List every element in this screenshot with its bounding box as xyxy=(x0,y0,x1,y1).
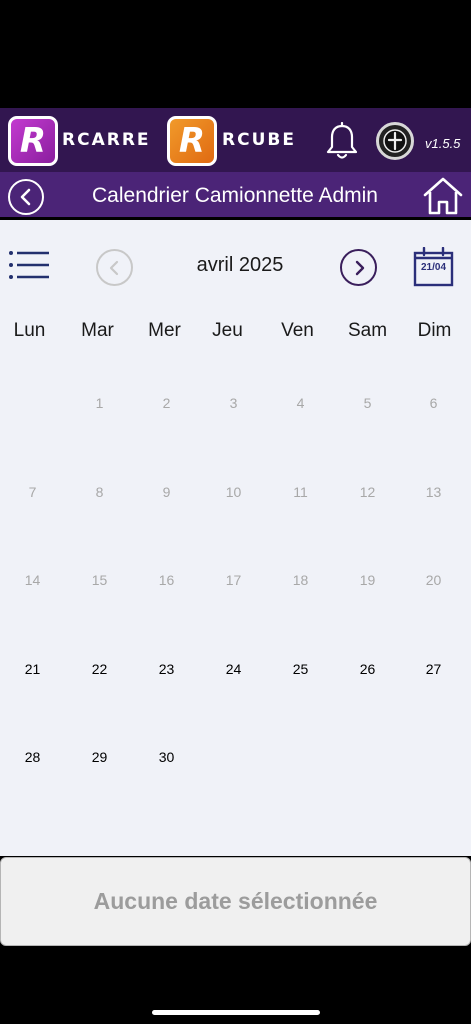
back-button[interactable] xyxy=(8,179,44,215)
rcube-logo-letter: R xyxy=(178,121,206,161)
calendar-day: 16 xyxy=(158,572,175,588)
title-bar: Calendrier Camionnette Admin xyxy=(0,172,471,220)
calendar-day[interactable]: 26 xyxy=(334,661,401,677)
next-month-button[interactable] xyxy=(340,249,377,286)
calendar-day: 4 xyxy=(296,395,305,411)
month-label: avril 2025 xyxy=(196,254,284,276)
weekday-label: Mer xyxy=(148,320,181,341)
app-version: v1.5.5 xyxy=(425,136,461,151)
calendar-day[interactable]: 25 xyxy=(267,661,334,677)
calendar-day[interactable]: 22 xyxy=(66,661,133,677)
calendar-day: 13 xyxy=(425,484,442,500)
rcube-logo[interactable]: R xyxy=(167,116,217,166)
calendar-day: 5 xyxy=(363,395,372,411)
calendar-day: 18 xyxy=(292,572,309,588)
calendar-day: 3 xyxy=(229,395,238,411)
menu-list-icon[interactable] xyxy=(8,250,52,280)
weekday-label: Ven xyxy=(281,320,314,341)
home-icon[interactable] xyxy=(422,176,464,216)
rcube-brand-name[interactable]: RCUBE xyxy=(222,130,296,150)
weekday-label: Lun xyxy=(13,320,46,341)
status-bar xyxy=(0,0,471,108)
weekday-label: Mar xyxy=(81,320,114,341)
prev-month-icon xyxy=(109,260,118,275)
today-button[interactable]: 21/04 xyxy=(413,246,454,287)
calendar-day: 12 xyxy=(359,484,376,500)
weekday-label: Sam xyxy=(347,320,388,341)
brand-bar: R RCARRE R RCUBE v1.5.5 xyxy=(0,108,471,172)
calendar-day: 10 xyxy=(225,484,242,500)
calendar-day[interactable]: 27 xyxy=(400,661,467,677)
back-icon xyxy=(20,188,31,206)
calendar-day[interactable]: 28 xyxy=(0,749,66,765)
selection-bar[interactable]: Aucune date sélectionnée xyxy=(0,857,471,946)
calendar: avril 2025 21/04 Lun Mar Mer Jeu Ven Sam… xyxy=(0,220,471,856)
calendar-day[interactable]: 30 xyxy=(133,749,200,765)
calendar-day: 9 xyxy=(162,484,171,500)
prev-month-button[interactable] xyxy=(96,249,133,286)
home-indicator[interactable] xyxy=(152,1010,320,1015)
calendar-day: 15 xyxy=(91,572,108,588)
calendar-day: 20 xyxy=(425,572,442,588)
calendar-day: 2 xyxy=(162,395,171,411)
today-date-label: 21/04 xyxy=(420,262,447,273)
calendar-day: 17 xyxy=(225,572,242,588)
weekday-label: Jeu xyxy=(212,320,243,341)
selection-status-text: Aucune date sélectionnée xyxy=(93,888,378,914)
calendar-day: 11 xyxy=(293,484,308,500)
bell-icon[interactable] xyxy=(325,122,359,162)
calendar-day[interactable]: 21 xyxy=(0,661,66,677)
calendar-day: 19 xyxy=(359,572,376,588)
profile-emblem-icon xyxy=(383,129,407,153)
rcarre-logo-letter: R xyxy=(19,121,47,161)
calendar-day: 1 xyxy=(95,395,104,411)
weekday-header: Lun Mar Mer Jeu Ven Sam Dim xyxy=(0,320,471,344)
calendar-day: 6 xyxy=(429,395,438,411)
calendar-day: 8 xyxy=(95,484,104,500)
rcarre-brand-name[interactable]: RCARRE xyxy=(62,130,151,150)
weekday-label: Dim xyxy=(417,320,452,341)
bottom-safe-area xyxy=(0,946,471,1024)
calendar-day: 7 xyxy=(28,484,37,500)
rcarre-logo[interactable]: R xyxy=(8,116,58,166)
profile-icon[interactable] xyxy=(376,122,414,160)
calendar-day[interactable]: 23 xyxy=(133,661,200,677)
calendar-day[interactable]: 24 xyxy=(200,661,267,677)
calendar-day[interactable]: 29 xyxy=(66,749,133,765)
page-title: Calendrier Camionnette Admin xyxy=(92,184,378,207)
next-month-icon xyxy=(355,260,364,275)
calendar-day: 14 xyxy=(24,572,41,588)
